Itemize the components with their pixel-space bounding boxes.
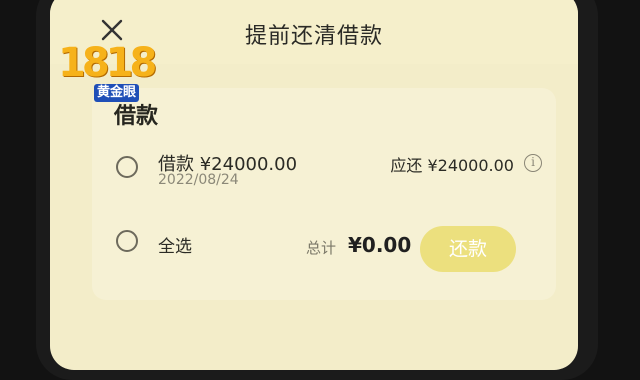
total-value: ¥0.00 [348,233,412,257]
loan-due-amount: 应还 ¥24000.00 [390,156,514,175]
total-label: 总计 [306,239,337,257]
logo-digits: 1818 [58,40,157,86]
logo-subtitle: 黄金眼 [94,84,140,102]
loan-card: 借款 借款 ¥24000.00 2022/08/24 应还 ¥24000.00 … [92,88,556,300]
loan-date: 2022/08/24 [158,172,239,188]
section-title: 借款 [114,104,159,129]
repay-button[interactable]: 还款 [420,226,516,272]
broadcaster-logo: 1818 黄金眼 [56,40,157,102]
select-all-label: 全选 [158,237,192,257]
info-icon[interactable]: i [524,154,542,172]
select-all-radio[interactable] [116,230,138,252]
loan-radio[interactable] [116,156,138,178]
